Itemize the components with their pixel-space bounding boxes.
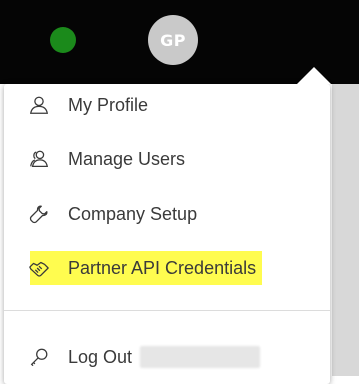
avatar[interactable]: GP (148, 15, 198, 65)
wrench-icon (26, 201, 52, 227)
menu-divider (4, 310, 330, 311)
menu-item-log-out[interactable]: Log Out (26, 340, 261, 374)
menu-item-label: Company Setup (68, 203, 198, 224)
redacted-username (140, 346, 261, 368)
menu-item-label: Partner API Credentials (68, 257, 257, 278)
menu-item-company-setup[interactable]: Company Setup (26, 197, 197, 231)
menu-item-partner-api-credentials[interactable]: Partner API Credentials (29, 251, 263, 285)
dropdown-caret (297, 67, 331, 84)
menu-item-label: My Profile (68, 94, 149, 115)
users-icon (26, 146, 52, 172)
status-indicator (50, 27, 76, 53)
profile-dropdown-menu (4, 84, 330, 384)
key-icon (26, 344, 52, 370)
menu-item-my-profile[interactable]: My Profile (26, 88, 148, 122)
menu-item-label: Log Out (68, 346, 133, 367)
menu-item-manage-users[interactable]: Manage Users (26, 142, 185, 176)
handshake-icon (26, 255, 52, 281)
user-icon (26, 92, 52, 118)
menu-item-label: Manage Users (68, 148, 186, 169)
background-panel (332, 84, 359, 376)
